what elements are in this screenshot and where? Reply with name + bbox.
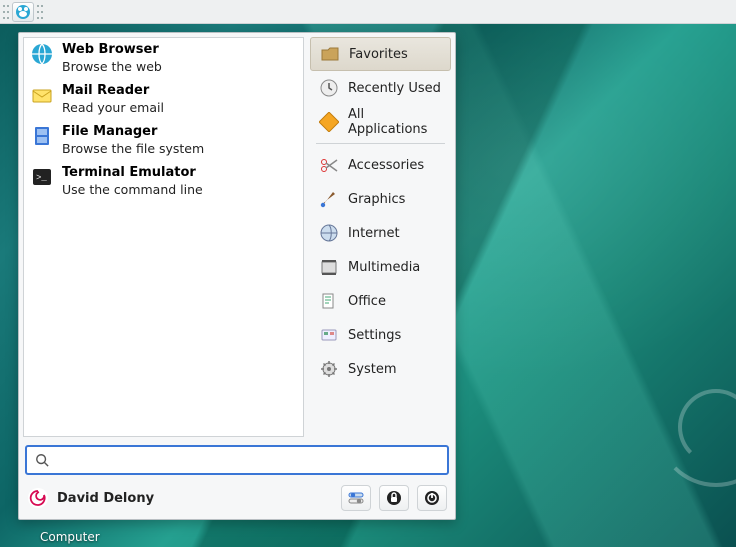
terminal-icon: >_ [30,165,54,189]
favorite-file-manager[interactable]: File Manager Browse the file system [24,120,303,161]
desktop-icon-computer[interactable]: Computer [40,530,100,544]
category-settings[interactable]: Settings [310,318,451,352]
category-label: Office [348,294,386,309]
favorite-subtitle: Browse the web [62,59,162,75]
category-office[interactable]: Office [310,284,451,318]
category-graphics[interactable]: Graphics [310,182,451,216]
category-recently-used[interactable]: Recently Used [310,71,451,105]
favorite-web-browser[interactable]: Web Browser Browse the web [24,38,303,79]
favorite-subtitle: Read your email [62,100,164,116]
category-label: Accessories [348,158,424,173]
top-panel [0,0,736,24]
favorite-mail-reader[interactable]: Mail Reader Read your email [24,79,303,120]
category-list: Favorites Recently Used All Applications [308,33,455,441]
category-label: Favorites [349,47,408,62]
user-button[interactable]: David Delony [27,487,154,509]
category-all-applications[interactable]: All Applications [310,105,451,139]
power-button[interactable] [417,485,447,511]
favorite-title: Terminal Emulator [62,165,203,182]
favorite-subtitle: Browse the file system [62,141,204,157]
star-folder-icon [319,43,341,65]
scissors-icon [318,154,340,176]
globe-icon [30,42,54,66]
apps-icon [318,111,340,133]
search-icon [35,453,49,467]
favorite-title: File Manager [62,124,204,141]
category-label: Recently Used [348,81,441,96]
search-field[interactable] [25,445,449,475]
settings-button[interactable] [341,485,371,511]
power-icon [424,490,440,506]
category-label: All Applications [348,107,443,137]
internet-icon [318,222,340,244]
user-name: David Delony [57,491,154,506]
office-icon [318,290,340,312]
category-label: Internet [348,226,400,241]
multimedia-icon [318,256,340,278]
application-menu: Web Browser Browse the web Mail Reader R… [18,32,456,520]
panel-grip-2[interactable] [36,3,44,21]
favorite-subtitle: Use the command line [62,182,203,198]
cabinet-icon [30,124,54,148]
category-label: Settings [348,328,401,343]
debian-swirl-icon [27,487,49,509]
favorite-title: Mail Reader [62,83,164,100]
category-label: System [348,362,396,377]
brush-icon [318,188,340,210]
panel-grip[interactable] [2,3,10,21]
whisker-menu-button[interactable] [12,2,34,22]
search-input[interactable] [55,453,439,468]
svg-text:>_: >_ [36,173,47,183]
lock-button[interactable] [379,485,409,511]
clock-icon [318,77,340,99]
lock-icon [386,490,402,506]
category-label: Graphics [348,192,405,207]
category-system[interactable]: System [310,352,451,386]
category-favorites[interactable]: Favorites [310,37,451,71]
favorite-terminal[interactable]: >_ Terminal Emulator Use the command lin… [24,161,303,202]
category-multimedia[interactable]: Multimedia [310,250,451,284]
category-label: Multimedia [348,260,420,275]
toggle-icon [348,491,364,505]
category-internet[interactable]: Internet [310,216,451,250]
system-icon [318,358,340,380]
mail-icon [30,83,54,107]
xfce-mouse-icon [15,4,31,20]
favorite-title: Web Browser [62,42,162,59]
favorites-list: Web Browser Browse the web Mail Reader R… [23,37,304,437]
category-accessories[interactable]: Accessories [310,148,451,182]
category-separator [316,143,445,144]
settings-icon [318,324,340,346]
